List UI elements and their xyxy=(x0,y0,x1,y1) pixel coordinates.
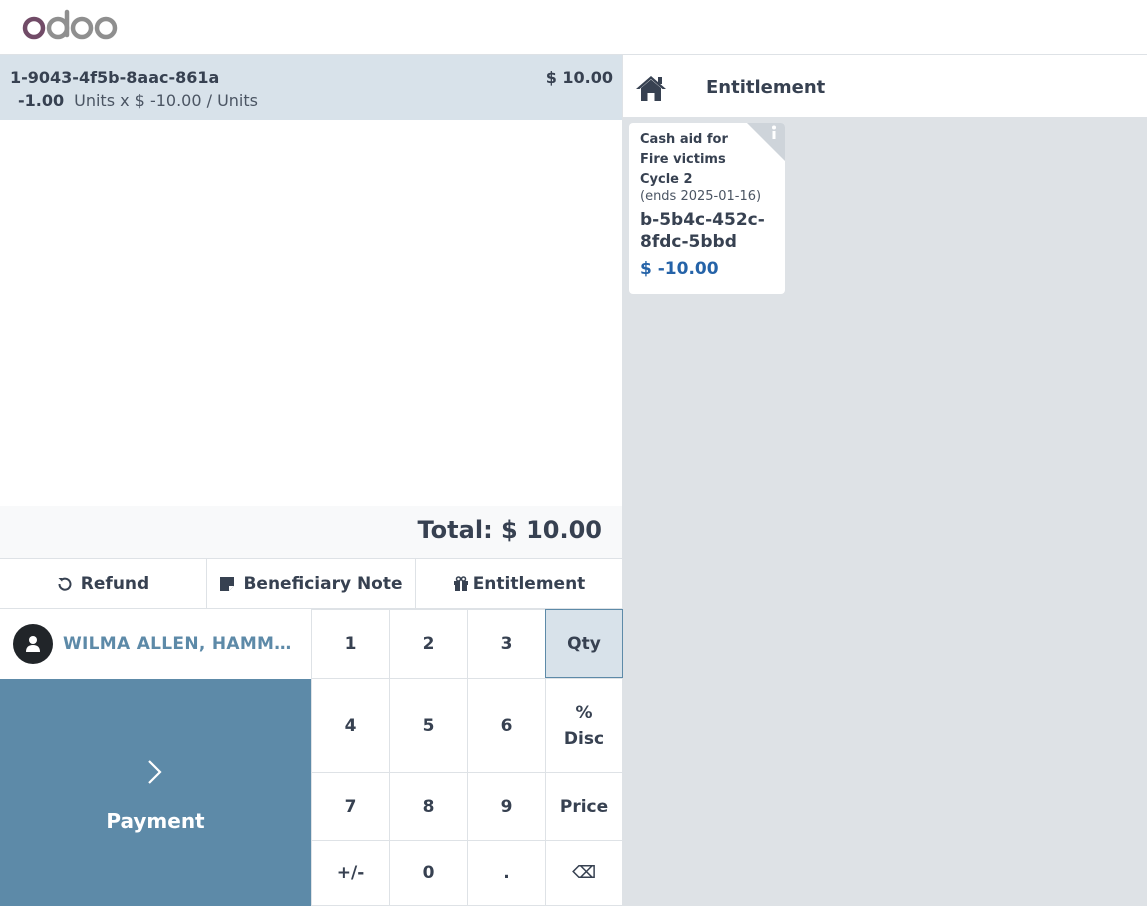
numpad-key-sign[interactable]: +/- xyxy=(311,840,390,906)
numpad: 1 2 3 Qty 4 5 6 % Disc 7 8 9 Price +/- 0… xyxy=(311,609,623,906)
product-end-date: (ends 2025-01-16) xyxy=(640,189,762,204)
numpad-key-3[interactable]: 3 xyxy=(467,609,546,679)
numpad-mode-discount[interactable]: % Disc xyxy=(545,678,623,773)
product-code: b-5b4c-452c-8fdc-5bbd xyxy=(640,210,765,252)
refund-button[interactable]: Refund xyxy=(0,559,207,608)
chevron-right-icon xyxy=(148,760,162,784)
payment-button[interactable]: Payment xyxy=(0,679,311,906)
customer-button[interactable]: WILMA ALLEN, HAMMERSMITH xyxy=(0,609,311,679)
order-line-selected[interactable]: 1-9043-4f5b-8aac-861a $ 10.00 -1.00 Units… xyxy=(0,55,622,120)
order-line-qty: -1.00 xyxy=(18,91,65,110)
product-screen: Entitlement Cash aid for Fire victims Cy… xyxy=(623,55,1147,906)
entitlement-button[interactable]: Entitlement xyxy=(416,559,622,608)
numpad-key-9[interactable]: 9 xyxy=(467,772,546,841)
info-icon[interactable] xyxy=(769,125,779,141)
note-icon xyxy=(220,576,235,591)
numpad-key-6[interactable]: 6 xyxy=(467,678,546,773)
discount-percent-sign: % xyxy=(575,702,593,723)
order-line-unit-info: Units x $ -10.00 / Units xyxy=(74,91,258,110)
payment-label: Payment xyxy=(106,809,205,833)
numpad-key-7[interactable]: 7 xyxy=(311,772,390,841)
numpad-mode-price[interactable]: Price xyxy=(545,772,623,841)
numpad-key-8[interactable]: 8 xyxy=(389,772,468,841)
user-icon xyxy=(13,624,53,664)
order-summary: Total: $ 10.00 xyxy=(0,506,622,559)
numpad-key-5[interactable]: 5 xyxy=(389,678,468,773)
control-buttons: Refund Beneficiary Note Entitlement xyxy=(0,559,622,609)
order-total: Total: $ 10.00 xyxy=(417,516,603,544)
order-line-product: 1-9043-4f5b-8aac-861a xyxy=(10,68,220,87)
undo-icon xyxy=(58,577,72,591)
category-breadcrumb: Entitlement xyxy=(623,55,1147,117)
product-cycle: Cycle 2 xyxy=(640,172,693,187)
numpad-key-decimal[interactable]: . xyxy=(467,840,546,906)
refund-label: Refund xyxy=(80,573,150,594)
beneficiary-note-button[interactable]: Beneficiary Note xyxy=(207,559,416,608)
category-entitlement[interactable]: Entitlement xyxy=(706,77,825,98)
order-line-price: $ 10.00 xyxy=(545,68,613,87)
product-price: $ -10.00 xyxy=(640,259,719,279)
product-card[interactable]: Cash aid for Fire victims Cycle 2 (ends … xyxy=(629,123,785,294)
numpad-key-0[interactable]: 0 xyxy=(389,840,468,906)
numpad-key-4[interactable]: 4 xyxy=(311,678,390,773)
numpad-key-2[interactable]: 2 xyxy=(389,609,468,679)
home-icon[interactable] xyxy=(635,74,667,102)
numpad-key-1[interactable]: 1 xyxy=(311,609,390,679)
customer-name: WILMA ALLEN, HAMMERSMITH xyxy=(63,634,293,654)
entitlement-label: Entitlement xyxy=(472,573,586,594)
product-title: Cash aid for Fire victims xyxy=(640,132,728,167)
beneficiary-note-label: Beneficiary Note xyxy=(243,573,403,594)
order-panel: 1-9043-4f5b-8aac-861a $ 10.00 -1.00 Units… xyxy=(0,55,623,906)
odoo-logo[interactable] xyxy=(22,8,118,44)
backspace-icon[interactable]: ⌫ xyxy=(545,840,623,906)
gift-icon xyxy=(453,575,468,591)
numpad-mode-qty[interactable]: Qty xyxy=(545,609,623,678)
discount-label: Disc xyxy=(563,728,605,749)
order-line-info: -1.00 Units x $ -10.00 / Units xyxy=(18,91,258,110)
top-bar xyxy=(0,0,1147,55)
